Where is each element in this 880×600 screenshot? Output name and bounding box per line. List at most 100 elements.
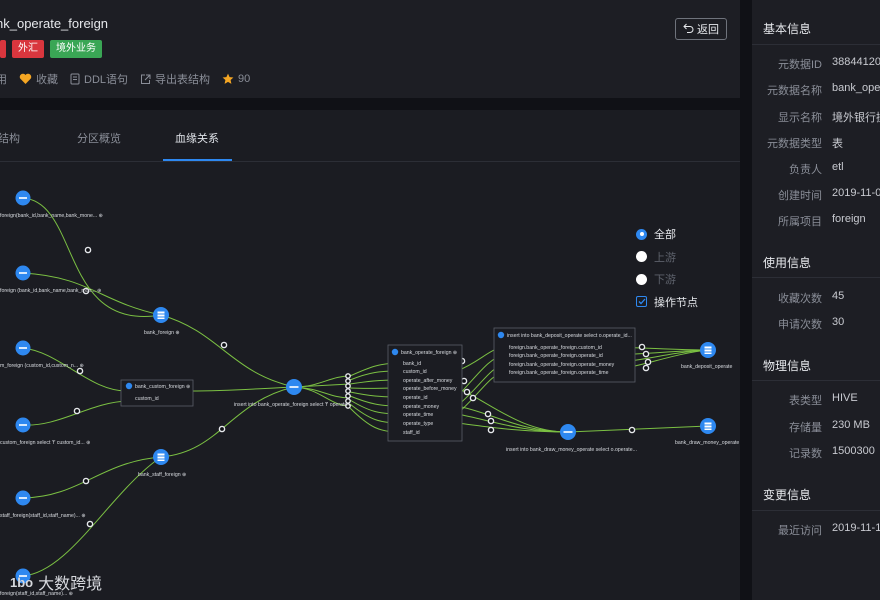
section-title: 物理信息	[763, 359, 812, 373]
box-title: insert into bank_deposit_operate select …	[507, 333, 632, 339]
heart-icon	[19, 73, 32, 85]
target-node-label: bank_draw_money_operate	[675, 440, 739, 446]
back-button[interactable]: 返回	[675, 18, 727, 40]
export-label: 导出表结构	[155, 74, 211, 86]
filter-upstream[interactable]: 上游	[636, 246, 698, 269]
tag-badge: 境外业务	[50, 40, 102, 58]
info-row: 所属项目 foreign	[778, 213, 866, 228]
op-node-icons	[15, 190, 576, 584]
export-action[interactable]: 导出表结构	[140, 71, 210, 87]
custom-table-box: bank_custom_foreign ⊕ custom_id	[120, 379, 194, 407]
radio-checked-icon[interactable]	[636, 228, 647, 240]
filter-op-nodes[interactable]: 操作节点	[636, 291, 698, 314]
box-field: foreign.bank_operate_foreign.operate_mon…	[509, 362, 615, 368]
box-field: foreign.bank_operate_foreign.operate_tim…	[509, 370, 609, 376]
apply-action[interactable]: 用	[0, 71, 7, 87]
rating: 90	[222, 73, 250, 85]
ddl-label: DDL语句	[84, 74, 129, 86]
ddl-action[interactable]: DDL语句	[70, 71, 128, 87]
page-title: nk_operate_foreign	[0, 16, 109, 31]
source-node-label: m_foreign (custom_id,custom_n... ⊕	[0, 363, 84, 369]
filter-label: 下游	[654, 274, 676, 287]
info-row: 负责人 etl	[789, 161, 844, 176]
center-table-box: bank_operate_foreign ⊕ bank_id custom_id…	[387, 344, 463, 442]
source-node-label: staff_foreign(staff_id,staff_name)... ⊕	[0, 513, 86, 519]
filter-label: 全部	[654, 229, 676, 242]
right-op-box: insert into bank_deposit_operate select …	[493, 327, 636, 383]
star-icon	[222, 73, 234, 85]
info-row: 存储量 230 MB	[789, 419, 870, 434]
tab-partition-overview[interactable]: 分区概览	[77, 130, 121, 146]
info-row: 收藏次数 45	[778, 290, 845, 305]
radio-unchecked-icon[interactable]	[636, 273, 647, 285]
source-node-label: custom_foreign select 'f' custom_id... ⊕	[0, 440, 91, 446]
box-field: operate_before_money	[403, 386, 457, 392]
tab-lineage[interactable]: 血缘关系	[175, 130, 219, 146]
active-tab-indicator	[163, 159, 232, 161]
op-node-label: insert into bank_operate_foreign select …	[234, 402, 352, 408]
tag-badge: 外汇	[12, 40, 44, 58]
ddl-icon	[70, 73, 80, 85]
tab-structure[interactable]: 结构	[0, 130, 20, 146]
box-title: bank_custom_foreign ⊕	[135, 384, 190, 390]
info-row: 记录数 1500300	[789, 445, 875, 460]
lineage-panel: 结构 分区概览 血缘关系 foreign(bank_id,bank_name,b…	[0, 110, 740, 600]
watermark-text: 大数跨境	[38, 576, 103, 593]
tag-badge-cut	[0, 40, 6, 58]
filter-all[interactable]: 全部	[636, 223, 698, 246]
table-header-card: nk_operate_foreign 外汇 境外业务 用 收藏 DDL语句 导出…	[0, 0, 740, 98]
tag-list: 外汇 境外业务	[0, 40, 102, 58]
divider	[752, 380, 880, 381]
info-row: 元数据类型表	[767, 138, 843, 150]
target-node-label: bank_deposit_operate	[681, 364, 732, 370]
info-sidebar: 基本信息 元数据ID 38844120 元数据名称 bank_ope 显示名称 境外银…	[752, 0, 880, 600]
box-title: bank_operate_foreign ⊕	[401, 350, 457, 356]
back-arrow-icon	[683, 23, 694, 36]
checkbox-checked-icon[interactable]	[636, 296, 647, 308]
op-node-label: insert into bank_draw_money_operate sele…	[506, 447, 637, 453]
table-node-label: bank_foreign ⊕	[144, 330, 180, 336]
filter-label: 上游	[654, 251, 676, 264]
info-row: 创建时间 2019-11-0	[778, 187, 880, 202]
rating-value: 90	[238, 73, 251, 85]
section-title: 基本信息	[763, 22, 812, 36]
box-field: custom_id	[135, 396, 159, 402]
export-icon	[140, 74, 151, 85]
box-field: operate_after_money	[403, 378, 453, 384]
info-row: 最近访问 2019-11-1	[778, 522, 880, 537]
table-node-label: bank_staff_foreign ⊕	[138, 472, 186, 478]
info-row: 显示名称境外银行操	[778, 112, 880, 124]
lineage-filters: 全部 上游 下游 操作节点	[636, 223, 698, 313]
meta-actions: 用 收藏 DDL语句 导出表结构 90	[0, 71, 262, 87]
favorite-action[interactable]: 收藏	[19, 71, 58, 87]
section-title: 变更信息	[763, 488, 812, 502]
box-field: operate_id	[403, 395, 428, 401]
divider	[752, 44, 880, 45]
info-row: 表类型 HIVE	[789, 392, 858, 407]
section-title: 使用信息	[763, 256, 812, 270]
box-field: staff_id	[403, 430, 420, 436]
divider	[752, 277, 880, 278]
box-field: foreign.bank_operate_foreign.custom_id	[509, 345, 602, 351]
back-label: 返回	[697, 24, 719, 36]
info-row: 元数据ID 38844120	[778, 56, 880, 71]
source-node-label: foreign(bank_id,bank_name,bank_mone... ⊕	[0, 213, 103, 219]
watermark: 1bo 大数跨境	[10, 570, 102, 594]
filter-label: 操作节点	[654, 296, 698, 309]
lineage-graph[interactable]: foreign(bank_id,bank_name,bank_mone... ⊕…	[0, 162, 740, 600]
info-row: 元数据名称 bank_ope	[767, 82, 880, 97]
apply-label: 用	[0, 74, 7, 86]
box-field: operate_money	[403, 404, 439, 410]
box-field: operate_type	[403, 421, 433, 427]
filter-downstream[interactable]: 下游	[636, 268, 698, 291]
radio-unchecked-icon[interactable]	[636, 251, 647, 263]
info-row: 申请次数 30	[778, 316, 845, 331]
box-field: bank_id	[403, 361, 421, 367]
box-field: operate_time	[403, 412, 433, 418]
tab-bar: 结构 分区概览 血缘关系	[0, 110, 740, 162]
watermark-logo: 1bo	[10, 574, 34, 590]
box-field: foreign.bank_operate_foreign.operate_id	[509, 353, 603, 359]
source-node-label: foreign (bank_id,bank_name,bank_mon... ⊕	[0, 288, 102, 294]
favorite-label: 收藏	[36, 74, 58, 86]
lineage-canvas: foreign(bank_id,bank_name,bank_mone... ⊕…	[0, 190, 739, 597]
